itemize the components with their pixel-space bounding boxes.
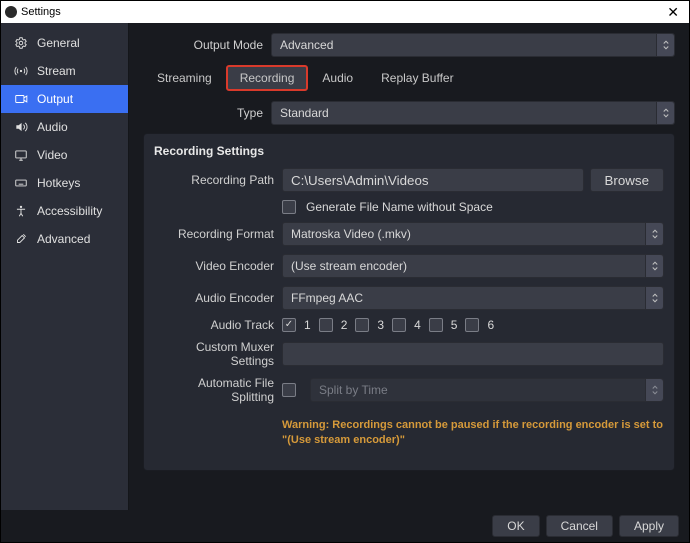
sidebar-item-label: Accessibility — [37, 204, 102, 218]
window-title: Settings — [21, 6, 61, 18]
chevron-updown-icon — [645, 255, 663, 277]
auto-split-mode-select[interactable]: Split by Time — [310, 378, 664, 402]
audio-track-6-label: 6 — [487, 318, 494, 332]
sidebar-item-accessibility[interactable]: Accessibility — [1, 197, 128, 225]
recording-format-label: Recording Format — [154, 227, 282, 241]
tab-audio[interactable]: Audio — [308, 65, 367, 91]
titlebar: Settings ✕ — [1, 1, 689, 23]
output-mode-value: Advanced — [280, 38, 333, 52]
sidebar-item-label: Advanced — [37, 232, 90, 246]
apply-button[interactable]: Apply — [619, 515, 679, 537]
tab-label: Replay Buffer — [381, 71, 454, 85]
gear-icon — [13, 35, 29, 51]
tab-label: Streaming — [157, 71, 212, 85]
main-content: Output Mode Advanced Streaming Recording… — [129, 23, 689, 510]
chevron-updown-icon — [645, 379, 663, 401]
sidebar-item-advanced[interactable]: Advanced — [1, 225, 128, 253]
audio-track-6-checkbox[interactable] — [465, 318, 479, 332]
encoder-warning-text: Warning: Recordings cannot be paused if … — [282, 418, 664, 448]
sidebar-item-hotkeys[interactable]: Hotkeys — [1, 169, 128, 197]
chevron-updown-icon — [656, 102, 674, 124]
output-mode-label: Output Mode — [143, 38, 271, 52]
app-icon — [5, 6, 17, 18]
chevron-updown-icon — [656, 34, 674, 56]
sidebar: General Stream Output Audio Video Hotkey… — [1, 23, 129, 510]
tab-streaming[interactable]: Streaming — [143, 65, 226, 91]
window-close-button[interactable]: ✕ — [661, 5, 685, 19]
audio-track-1-label: 1 — [304, 318, 311, 332]
panel-title: Recording Settings — [154, 144, 664, 158]
recording-format-select[interactable]: Matroska Video (.mkv) — [282, 222, 664, 246]
accessibility-icon — [13, 203, 29, 219]
output-tabs: Streaming Recording Audio Replay Buffer — [143, 65, 675, 91]
recording-path-label: Recording Path — [154, 173, 282, 187]
audio-track-1-checkbox[interactable] — [282, 318, 296, 332]
custom-muxer-input[interactable] — [282, 342, 664, 366]
video-encoder-label: Video Encoder — [154, 259, 282, 273]
browse-button[interactable]: Browse — [590, 168, 664, 192]
speaker-icon — [13, 119, 29, 135]
audio-track-2-checkbox[interactable] — [319, 318, 333, 332]
video-encoder-select[interactable]: (Use stream encoder) — [282, 254, 664, 278]
auto-split-label: Automatic File Splitting — [154, 376, 282, 404]
output-mode-select[interactable]: Advanced — [271, 33, 675, 57]
cancel-button[interactable]: Cancel — [546, 515, 613, 537]
sidebar-item-label: Audio — [37, 120, 68, 134]
keyboard-icon — [13, 175, 29, 191]
sidebar-item-general[interactable]: General — [1, 29, 128, 57]
tab-label: Recording — [240, 71, 295, 85]
tools-icon — [13, 231, 29, 247]
sidebar-item-label: General — [37, 36, 80, 50]
audio-track-4-label: 4 — [414, 318, 421, 332]
recording-settings-panel: Recording Settings Recording Path Browse… — [143, 133, 675, 471]
audio-track-5-checkbox[interactable] — [429, 318, 443, 332]
broadcast-icon — [13, 63, 29, 79]
sidebar-item-video[interactable]: Video — [1, 141, 128, 169]
recording-format-value: Matroska Video (.mkv) — [291, 227, 411, 241]
audio-encoder-value: FFmpeg AAC — [291, 291, 363, 305]
sidebar-item-label: Output — [37, 92, 73, 106]
dialog-footer: OK Cancel Apply — [1, 510, 689, 542]
output-icon — [13, 91, 29, 107]
audio-track-label: Audio Track — [154, 318, 282, 332]
sidebar-item-output[interactable]: Output — [1, 85, 128, 113]
sidebar-item-label: Video — [37, 148, 67, 162]
audio-track-4-checkbox[interactable] — [392, 318, 406, 332]
sidebar-item-label: Hotkeys — [37, 176, 80, 190]
type-select[interactable]: Standard — [271, 101, 675, 125]
audio-track-5-label: 5 — [451, 318, 458, 332]
sidebar-item-audio[interactable]: Audio — [1, 113, 128, 141]
audio-track-3-checkbox[interactable] — [355, 318, 369, 332]
recording-path-input[interactable] — [282, 168, 584, 192]
audio-track-2-label: 2 — [341, 318, 348, 332]
filename-no-space-label: Generate File Name without Space — [306, 200, 493, 214]
monitor-icon — [13, 147, 29, 163]
type-value: Standard — [280, 106, 329, 120]
sidebar-item-label: Stream — [37, 64, 76, 78]
audio-track-3-label: 3 — [377, 318, 384, 332]
filename-no-space-checkbox[interactable] — [282, 200, 296, 214]
ok-button[interactable]: OK — [492, 515, 539, 537]
custom-muxer-label: Custom Muxer Settings — [154, 340, 282, 368]
auto-split-mode-value: Split by Time — [319, 383, 388, 397]
video-encoder-value: (Use stream encoder) — [291, 259, 407, 273]
chevron-updown-icon — [645, 287, 663, 309]
tab-recording[interactable]: Recording — [226, 65, 309, 91]
chevron-updown-icon — [645, 223, 663, 245]
audio-encoder-label: Audio Encoder — [154, 291, 282, 305]
auto-split-checkbox[interactable] — [282, 383, 296, 397]
tab-replay-buffer[interactable]: Replay Buffer — [367, 65, 468, 91]
tab-label: Audio — [322, 71, 353, 85]
audio-encoder-select[interactable]: FFmpeg AAC — [282, 286, 664, 310]
type-label: Type — [143, 106, 271, 120]
sidebar-item-stream[interactable]: Stream — [1, 57, 128, 85]
